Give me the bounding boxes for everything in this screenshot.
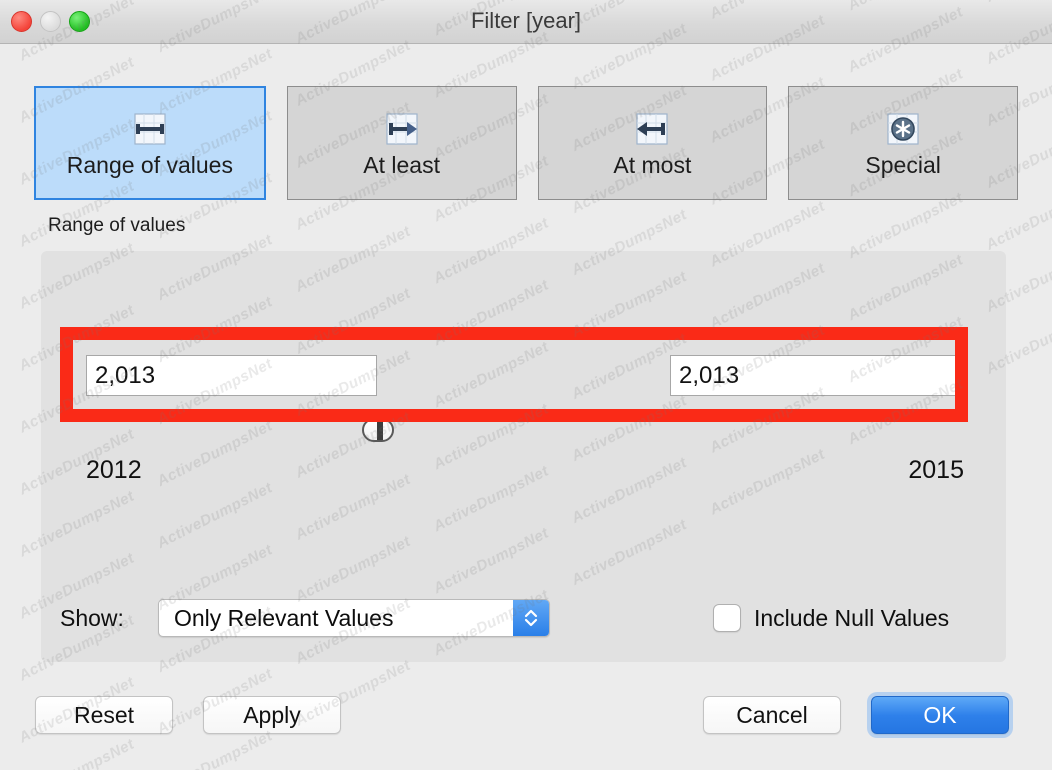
tab-special[interactable]: Special [788,86,1018,200]
filter-mode-tabs: Range of values At least At most Special [34,86,1018,200]
tab-label: At most [613,151,692,178]
show-label: Show: [60,605,124,631]
range-of-values-icon [131,110,169,148]
tab-at-most[interactable]: At most [537,86,768,200]
range-max-input[interactable]: 2,013 [670,355,961,396]
include-null-values-row[interactable]: Include Null Values [713,604,949,632]
include-null-values-label: Include Null Values [754,604,950,631]
chevron-updown-icon[interactable] [513,600,549,636]
reset-button[interactable]: Reset [35,696,173,734]
show-values-select[interactable]: Only Relevant Values [158,599,550,637]
at-most-icon [633,110,671,148]
ok-button[interactable]: OK [871,696,1009,734]
tab-range-of-values[interactable]: Range of values [34,86,266,200]
window-titlebar: Filter [year] [0,0,1052,44]
tab-label: Range of values [66,151,233,178]
range-slider-thumb[interactable] [362,418,394,442]
selected-mode-sublabel: Range of values [48,215,186,236]
at-least-icon [383,110,421,148]
cancel-button[interactable]: Cancel [703,696,841,734]
tab-at-least[interactable]: At least [286,86,517,200]
apply-button[interactable]: Apply [203,696,341,734]
range-slider[interactable] [86,418,961,442]
tab-label: Special [865,151,941,178]
range-scale-min-label: 2012 [86,456,142,484]
window-title: Filter [year] [470,8,582,33]
tab-label: At least [363,151,440,178]
range-scale-max-label: 2015 [908,456,964,484]
show-values-selected: Only Relevant Values [174,604,394,631]
range-min-input[interactable]: 2,013 [86,355,377,396]
include-null-values-checkbox[interactable] [713,604,741,632]
special-icon [884,110,922,148]
